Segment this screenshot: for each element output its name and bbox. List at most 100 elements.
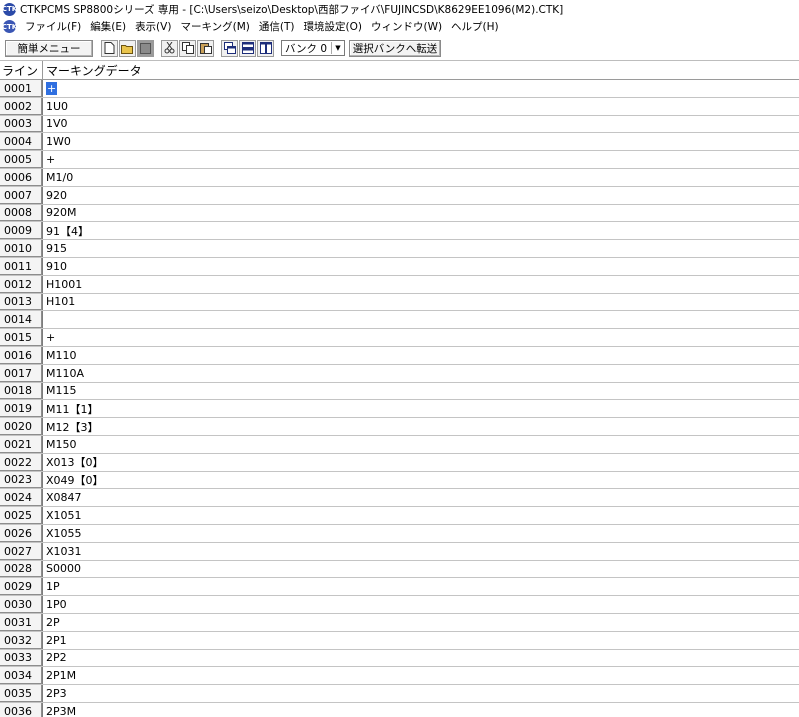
table-row[interactable]: 0022 X013【0】 [0, 453, 799, 472]
line-number-cell[interactable]: 0010 [0, 240, 43, 257]
table-row[interactable]: 0035 2P3 [0, 685, 799, 703]
marking-data-cell[interactable]: 91【4】 [43, 222, 89, 239]
table-row[interactable]: 0003 1V0 [0, 115, 799, 134]
table-row[interactable]: 0011 910 [0, 257, 799, 276]
line-number-cell[interactable]: 0033 [0, 649, 43, 667]
marking-data-cell[interactable]: M150 [43, 436, 77, 453]
table-row[interactable]: 0005 + [0, 151, 799, 169]
table-row[interactable]: 0026 X1055 [0, 524, 799, 543]
marking-data-cell[interactable]: X013【0】 [43, 454, 104, 471]
line-number-cell[interactable]: 0022 [0, 453, 43, 471]
line-number-cell[interactable]: 0017 [0, 364, 43, 382]
table-row[interactable]: 0016 M110 [0, 346, 799, 365]
new-file-icon[interactable] [101, 39, 118, 57]
marking-data-cell[interactable]: 2P2 [43, 650, 67, 667]
column-header-marking-data[interactable]: マーキングデータ [43, 62, 142, 79]
marking-data-cell[interactable]: 1P [43, 578, 60, 595]
cut-icon[interactable] [161, 39, 178, 57]
marking-data-cell[interactable] [43, 311, 46, 328]
table-row[interactable]: 0036 2P3M [0, 702, 799, 717]
marking-data-cell[interactable]: + [43, 80, 58, 97]
marking-data-cell[interactable]: 910 [43, 258, 67, 275]
line-number-cell[interactable]: 0003 [0, 115, 43, 133]
tile-horizontal-icon[interactable] [239, 39, 256, 57]
table-row[interactable]: 0013 H101 [0, 293, 799, 312]
transfer-to-bank-button[interactable]: 選択バンクへ転送 [349, 39, 441, 57]
bank-select[interactable]: バンク 0 ▼ [281, 40, 345, 56]
table-row[interactable]: 0009 91【4】 [0, 222, 799, 241]
table-row[interactable]: 0002 1U0 [0, 97, 799, 116]
line-number-cell[interactable]: 0015 [0, 329, 43, 346]
marking-data-cell[interactable]: 2P1 [43, 632, 67, 649]
table-row[interactable]: 0008 920M [0, 204, 799, 223]
line-number-cell[interactable]: 0025 [0, 507, 43, 524]
marking-data-cell[interactable]: X1055 [43, 525, 82, 542]
line-number-cell[interactable]: 0028 [0, 560, 43, 578]
menu-view[interactable]: 表示(V) [130, 19, 175, 34]
line-number-cell[interactable]: 0035 [0, 685, 43, 702]
marking-data-cell[interactable]: 2P3 [43, 685, 67, 702]
line-number-cell[interactable]: 0006 [0, 168, 43, 186]
marking-data-cell[interactable]: X1031 [43, 543, 82, 560]
line-number-cell[interactable]: 0018 [0, 382, 43, 400]
marking-data-cell[interactable]: 1P0 [43, 596, 67, 613]
table-row[interactable]: 0027 X1031 [0, 542, 799, 561]
menu-window[interactable]: ウィンドウ(W) [366, 19, 446, 34]
marking-data-cell[interactable]: M115 [43, 383, 77, 400]
marking-data-cell[interactable]: H101 [43, 294, 75, 311]
table-row[interactable]: 0019 M11【1】 [0, 400, 799, 419]
line-number-cell[interactable]: 0007 [0, 186, 43, 204]
table-row[interactable]: 0006 M1/0 [0, 168, 799, 187]
line-number-cell[interactable]: 0004 [0, 133, 43, 151]
table-row[interactable]: 0032 2P1 [0, 631, 799, 650]
line-number-cell[interactable]: 0036 [0, 702, 43, 717]
menu-settings[interactable]: 環境設定(O) [299, 19, 366, 34]
line-number-cell[interactable]: 0030 [0, 596, 43, 613]
marking-data-cell[interactable]: + [43, 151, 55, 168]
marking-data-cell[interactable]: M1/0 [43, 169, 73, 186]
table-row[interactable]: 0007 920 [0, 186, 799, 205]
marking-data-cell[interactable]: M12【3】 [43, 418, 99, 435]
line-number-cell[interactable]: 0032 [0, 631, 43, 649]
marking-data-cell[interactable]: + [43, 329, 55, 346]
line-number-cell[interactable]: 0021 [0, 435, 43, 453]
menu-communication[interactable]: 通信(T) [254, 19, 299, 34]
app-icon[interactable]: CTK [2, 2, 17, 16]
table-row[interactable]: 0001 + [0, 80, 799, 98]
marking-data-cell[interactable]: M11【1】 [43, 400, 99, 417]
marking-data-cell[interactable]: 2P [43, 614, 60, 631]
line-number-cell[interactable]: 0020 [0, 418, 43, 435]
marking-data-cell[interactable]: 1W0 [43, 133, 71, 150]
line-number-cell[interactable]: 0024 [0, 489, 43, 507]
marking-data-cell[interactable]: H1001 [43, 276, 82, 293]
line-number-cell[interactable]: 0002 [0, 97, 43, 115]
marking-data-cell[interactable]: 1V0 [43, 116, 68, 133]
marking-data-cell[interactable]: M110A [43, 365, 84, 382]
open-folder-icon[interactable] [119, 39, 136, 57]
table-row[interactable]: 0017 M110A [0, 364, 799, 383]
line-number-cell[interactable]: 0012 [0, 275, 43, 293]
line-number-cell[interactable]: 0026 [0, 524, 43, 542]
line-number-cell[interactable]: 0008 [0, 204, 43, 222]
table-row[interactable]: 0010 915 [0, 240, 799, 258]
menu-help[interactable]: ヘルプ(H) [446, 19, 503, 34]
table-row[interactable]: 0029 1P [0, 578, 799, 597]
line-number-cell[interactable]: 0027 [0, 542, 43, 560]
menu-file[interactable]: ファイル(F) [20, 19, 85, 34]
marking-data-cell[interactable]: X049【0】 [43, 472, 104, 489]
marking-data-cell[interactable]: S0000 [43, 561, 81, 578]
table-row[interactable]: 0025 X1051 [0, 507, 799, 525]
document-icon[interactable]: CTK [2, 20, 17, 33]
line-number-cell[interactable]: 0023 [0, 471, 43, 489]
save-icon[interactable] [137, 39, 154, 57]
table-row[interactable]: 0023 X049【0】 [0, 471, 799, 490]
table-row[interactable]: 0012 H1001 [0, 275, 799, 294]
marking-data-cell[interactable]: M110 [43, 347, 77, 364]
marking-data-cell[interactable]: 2P1M [43, 667, 76, 684]
marking-data-cell[interactable]: X1051 [43, 507, 82, 524]
table-row[interactable]: 0030 1P0 [0, 596, 799, 614]
line-number-cell[interactable]: 0031 [0, 613, 43, 631]
paste-icon[interactable] [197, 39, 214, 57]
line-number-cell[interactable]: 0009 [0, 222, 43, 240]
line-number-cell[interactable]: 0014 [0, 311, 43, 329]
